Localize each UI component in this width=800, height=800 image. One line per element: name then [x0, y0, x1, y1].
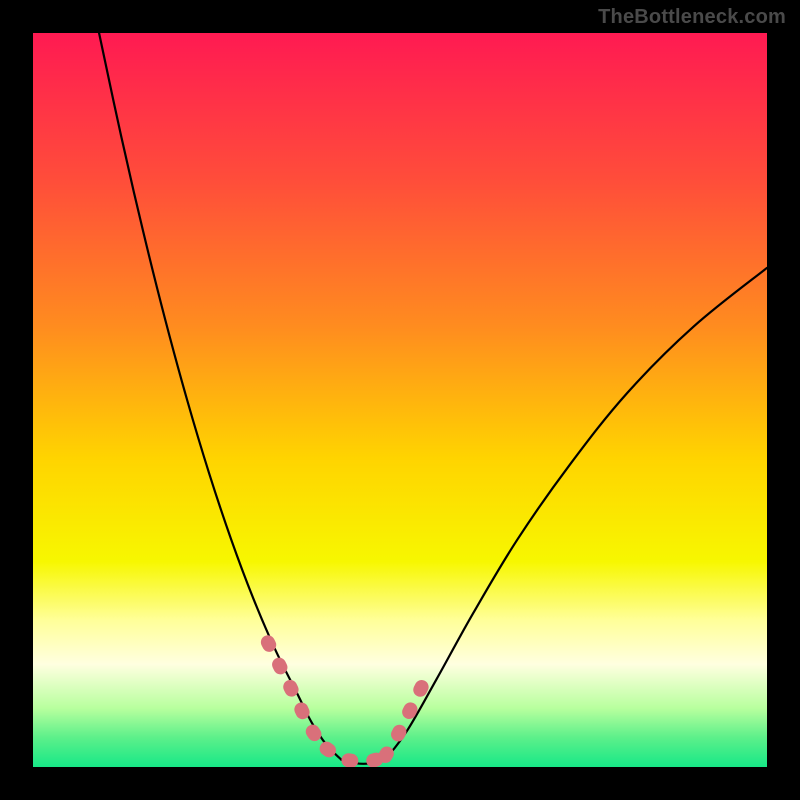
gradient-background [33, 33, 767, 767]
plot-area [33, 33, 767, 767]
outer-black-frame: TheBottleneck.com [0, 0, 800, 800]
watermark-text: TheBottleneck.com [598, 6, 786, 29]
chart-svg [33, 33, 767, 767]
